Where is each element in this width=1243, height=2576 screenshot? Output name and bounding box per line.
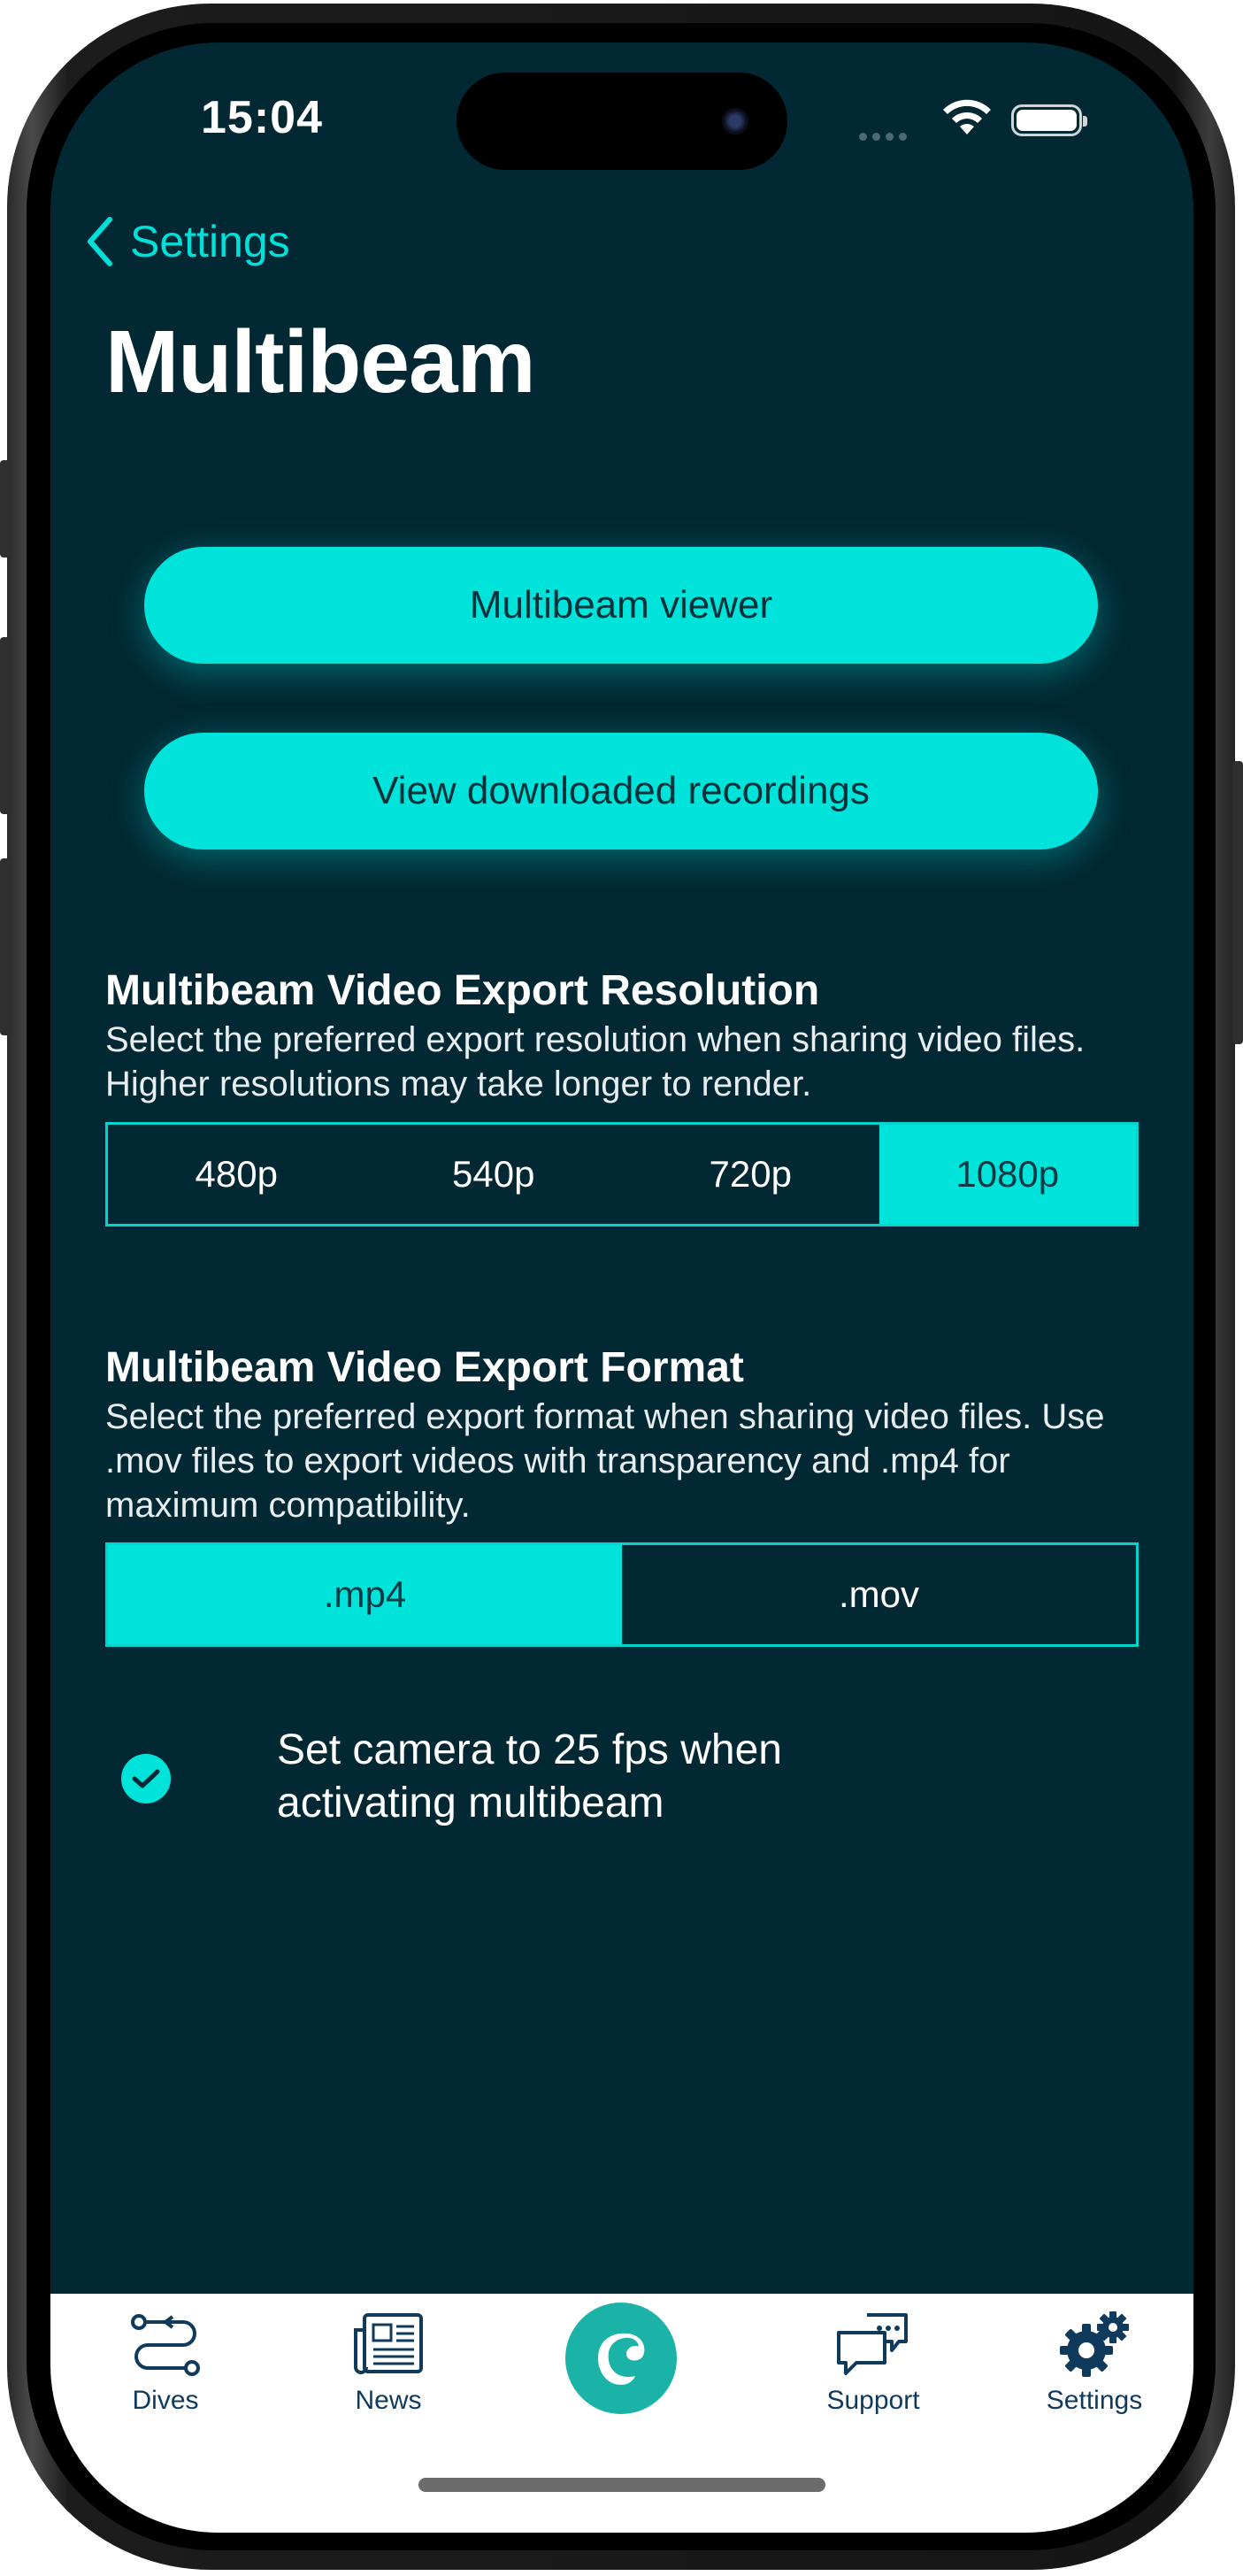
screen: 15:04 Settings Multibeam Multibeam viewe… <box>50 42 1193 2533</box>
home-indicator[interactable] <box>418 2478 825 2492</box>
tab-settings[interactable]: Settings <box>1024 2294 1165 2426</box>
segment-1080p[interactable]: 1080p <box>879 1125 1136 1224</box>
status-time: 15:04 <box>201 92 323 143</box>
back-button[interactable]: Settings <box>86 216 290 267</box>
tab-support-label: Support <box>826 2386 920 2415</box>
back-label: Settings <box>130 217 290 266</box>
dynamic-island <box>457 73 787 170</box>
tab-news-label: News <box>355 2386 422 2415</box>
format-description: Select the preferred export format when … <box>105 1397 1105 1525</box>
tab-settings-label: Settings <box>1046 2386 1143 2415</box>
format-segmented-control: .mp4 .mov <box>105 1542 1139 1647</box>
tab-bar: Dives News Support Settings <box>50 2294 1193 2533</box>
resolution-segmented-control: 480p 540p 720p 1080p <box>105 1122 1139 1226</box>
front-camera-icon <box>722 108 748 135</box>
action-button <box>0 460 11 557</box>
page-title: Multibeam <box>105 312 535 411</box>
multibeam-viewer-button[interactable]: Multibeam viewer <box>144 547 1098 664</box>
volume-down-button <box>0 858 11 1035</box>
cellular-signal-icon <box>859 129 912 145</box>
tab-dives-label: Dives <box>132 2386 199 2415</box>
resolution-heading: Multibeam Video Export Resolution <box>105 967 820 1014</box>
chevron-left-icon <box>88 217 112 266</box>
segment-720p[interactable]: 720p <box>622 1125 879 1224</box>
format-heading: Multibeam Video Export Format <box>105 1344 744 1391</box>
fps-option-label: Set camera to 25 fps when activating mul… <box>277 1726 782 1826</box>
resolution-description: Select the preferred export resolution w… <box>105 1020 1086 1103</box>
view-recordings-button[interactable]: View downloaded recordings <box>144 733 1098 850</box>
segment-480p[interactable]: 480p <box>108 1125 365 1224</box>
route-icon <box>130 2310 201 2380</box>
volume-up-button <box>0 637 11 814</box>
newspaper-icon <box>352 2310 425 2380</box>
wifi-icon <box>940 99 994 142</box>
segment-mp4[interactable]: .mp4 <box>108 1545 622 1644</box>
gears-icon <box>1056 2310 1132 2380</box>
power-button <box>1232 761 1243 1044</box>
fps-option-row[interactable]: Set camera to 25 fps when activating mul… <box>121 1724 896 1830</box>
app-logo-icon[interactable] <box>565 2303 677 2414</box>
segment-mov[interactable]: .mov <box>622 1545 1136 1644</box>
segment-540p[interactable]: 540p <box>365 1125 623 1224</box>
battery-icon <box>1011 104 1087 136</box>
chat-bubbles-icon <box>835 2310 911 2380</box>
tab-news[interactable]: News <box>318 2294 459 2426</box>
tab-support[interactable]: Support <box>802 2294 944 2426</box>
tab-dives[interactable]: Dives <box>95 2294 236 2426</box>
checkmark-icon[interactable] <box>121 1754 171 1803</box>
